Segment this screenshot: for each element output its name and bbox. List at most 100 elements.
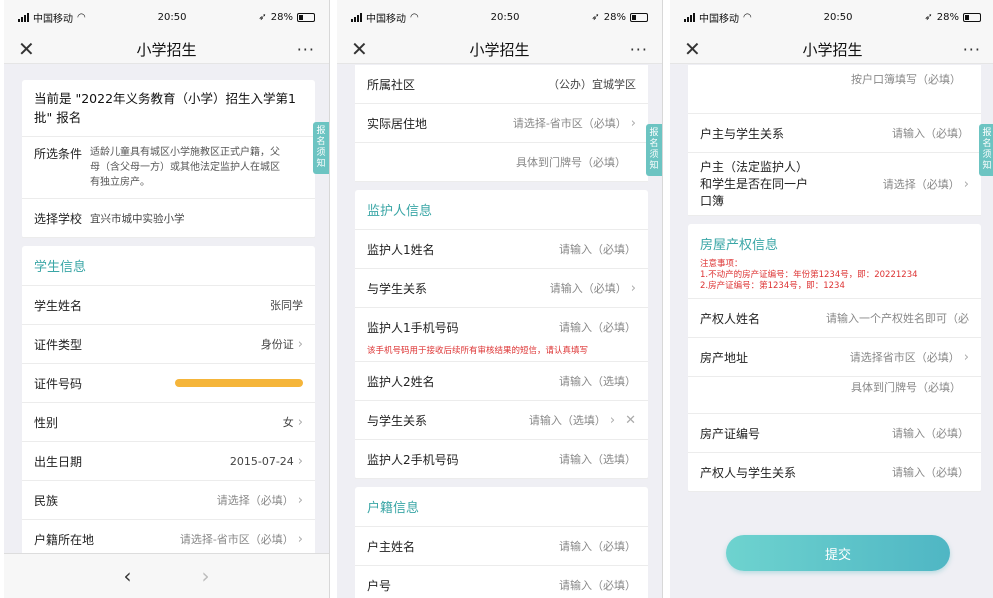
community-row: 所属社区 （公办）宜城学区 <box>355 65 648 104</box>
phone-screen-1: 中国移动 ◠ 20:50 ➶ 28% ✕ 小学招生 ··· 当前是 "2022年义务… <box>4 0 330 598</box>
page-title: 小学招生 <box>802 40 863 59</box>
field-label: 监护人2手机号码 <box>367 452 459 467</box>
more-icon[interactable]: ··· <box>624 40 648 59</box>
property-section-title: 房屋产权信息 <box>700 238 779 253</box>
household-section-title: 户籍信息 <box>355 487 648 527</box>
owner-relation-row[interactable]: 户主与学生关系 请输入（必填） <box>688 114 981 153</box>
household-card: 户籍信息 户主姓名 请输入（必填） 户号 请输入（必填） <box>355 487 648 598</box>
nav-bar: ✕ 小学招生 ··· <box>4 35 329 64</box>
residence-row[interactable]: 实际居住地 请选择-省市区（必填） › <box>355 104 648 143</box>
carrier-label: 中国移动 <box>366 14 406 25</box>
guardian2-name-row[interactable]: 监护人2姓名 请输入（选填） <box>355 362 648 401</box>
time-label: 20:50 <box>490 12 520 23</box>
guardian1-name-input[interactable]: 请输入（必填） <box>559 241 636 257</box>
field-label: 产权人与学生关系 <box>700 465 797 480</box>
residence-detail-row[interactable]: 具体到门牌号（必填） <box>355 143 648 182</box>
field-label: 户主姓名 <box>367 539 416 554</box>
nav-bar: ✕ 小学招生 ··· <box>670 35 993 64</box>
more-icon[interactable]: ··· <box>291 40 315 59</box>
property-detail-input[interactable]: 具体到门牌号（必填） <box>851 379 961 395</box>
close-icon[interactable]: ✕ <box>684 37 708 61</box>
condition-label: 所选条件 <box>34 147 83 161</box>
guardian1-relation-input[interactable]: 请输入（必填） <box>550 280 627 296</box>
forward-icon[interactable]: › <box>202 564 210 588</box>
location-icon: ➶ <box>591 12 600 23</box>
field-label: 性别 <box>34 415 59 430</box>
field-value: 身份证 <box>260 338 294 351</box>
battery-percent: 28% <box>603 12 626 23</box>
phone-screen-2: 中国移动 ◠ 20:50 ➶ 28% ✕ 小学招生 ··· 所属社区 （公办）宜城学区… <box>337 0 663 598</box>
guardian2-relation-row[interactable]: 与学生关系 请输入（选填） › ✕ <box>355 401 648 440</box>
close-icon[interactable]: ✕ <box>351 37 375 61</box>
household-owner-input[interactable]: 请输入（必填） <box>559 538 636 554</box>
field-value: 张同学 <box>270 299 303 312</box>
field-label: 户主与学生关系 <box>700 126 785 141</box>
property-address-row[interactable]: 房产地址 请选择省市区（必填） › <box>688 338 981 377</box>
chevron-right-icon: › <box>963 349 969 365</box>
guardian2-relation-input[interactable]: 请输入（选填） <box>529 412 606 428</box>
property-detail-row[interactable]: 具体到门牌号（必填） <box>688 377 981 414</box>
guardian1-phone-row[interactable]: 监护人1手机号码 请输入（必填） <box>355 308 648 346</box>
enrollment-info-card: 当前是 "2022年义务教育（小学）招生入学第1批" 报名 所选条件 适龄儿童具… <box>22 80 315 238</box>
wifi-icon: ◠ <box>77 12 86 23</box>
redacted-id-number <box>175 379 303 387</box>
status-bar: 中国移动 ◠ 20:50 ➶ 28% <box>670 0 993 35</box>
residence-detail-input[interactable]: 具体到门牌号（必填） <box>516 154 626 170</box>
back-icon[interactable]: ‹ <box>124 564 132 588</box>
same-hukou-select[interactable]: 请选择（必填） <box>883 176 960 192</box>
close-icon[interactable]: ✕ <box>18 37 42 61</box>
battery-icon <box>963 13 981 22</box>
school-row: 选择学校 宜兴市城中实验小学 <box>22 199 315 238</box>
form-scroll[interactable]: 当前是 "2022年义务教育（小学）招生入学第1批" 报名 所选条件 适龄儿童具… <box>4 80 329 598</box>
cert-number-input[interactable]: 请输入（必填） <box>892 425 969 441</box>
school-label: 选择学校 <box>34 211 83 226</box>
cert-number-row[interactable]: 房产证编号 请输入（必填） <box>688 414 981 453</box>
enrollment-notice-tab[interactable]: 报名须知 <box>979 124 993 176</box>
field-label: 房产地址 <box>700 350 749 365</box>
enrollment-notice-tab[interactable]: 报名须知 <box>646 124 662 176</box>
chevron-right-icon: › <box>609 412 616 428</box>
clear-icon[interactable]: ✕ <box>625 413 636 428</box>
guardian2-phone-input[interactable]: 请输入（选填） <box>559 451 636 467</box>
owner-relation-input[interactable]: 请输入（必填） <box>892 125 969 141</box>
condition-row: 所选条件 适龄儿童具有城区小学施教区正式户籍，父母（含父母一方）或其他法定监护人… <box>22 137 315 199</box>
hukou-number-row[interactable]: 户号 请输入（必填） <box>355 566 648 598</box>
signal-icon <box>351 13 362 22</box>
id-number-row[interactable]: 证件号码 <box>22 364 315 403</box>
chevron-right-icon: › <box>963 176 969 192</box>
guardian1-phone-input[interactable]: 请输入（必填） <box>559 319 636 335</box>
nav-bar: ✕ 小学招生 ··· <box>337 35 662 64</box>
id-type-row[interactable]: 证件类型 身份证 › <box>22 325 315 364</box>
birthdate-row[interactable]: 出生日期 2015-07-24 › <box>22 442 315 481</box>
form-scroll[interactable]: 按户口簿填写（必填） 户主与学生关系 请输入（必填） 户主（法定监护人）和学生是否… <box>670 65 993 598</box>
signal-icon <box>18 13 29 22</box>
more-icon[interactable]: ··· <box>957 40 981 59</box>
property-address-select[interactable]: 请选择省市区（必填） <box>850 349 960 365</box>
field-label: 证件类型 <box>34 337 83 352</box>
same-hukou-row[interactable]: 户主（法定监护人）和学生是否在同一户口簿 请选择（必填） › <box>688 153 981 216</box>
browser-bottom-nav: ‹ › <box>4 553 329 598</box>
chevron-right-icon: › <box>297 414 303 430</box>
enrollment-notice-tab[interactable]: 报名须知 <box>313 122 329 174</box>
location-icon: ➶ <box>258 12 267 23</box>
hukou-number-input[interactable]: 请输入（必填） <box>559 577 636 593</box>
submit-button[interactable]: 提交 <box>726 535 950 571</box>
form-scroll[interactable]: 所属社区 （公办）宜城学区 实际居住地 请选择-省市区（必填） › 具体到门牌号（必填… <box>337 65 662 598</box>
household-owner-row[interactable]: 户主姓名 请输入（必填） <box>355 527 648 566</box>
student-name-row[interactable]: 学生姓名 张同学 <box>22 286 315 325</box>
signal-icon <box>684 13 695 22</box>
holder-name-row[interactable]: 产权人姓名 请输入一个产权姓名即可（必 <box>688 299 981 338</box>
holder-relation-input[interactable]: 请输入（必填） <box>892 464 969 480</box>
battery-icon <box>297 13 315 22</box>
guardian2-name-input[interactable]: 请输入（选填） <box>559 373 636 389</box>
guardian1-relation-row[interactable]: 与学生关系 请输入（必填） › <box>355 269 648 308</box>
gender-row[interactable]: 性别 女 › <box>22 403 315 442</box>
chevron-right-icon: › <box>630 115 636 131</box>
hukou-book-hint: 按户口簿填写（必填） <box>851 73 961 86</box>
holder-relation-row[interactable]: 产权人与学生关系 请输入（必填） <box>688 453 981 492</box>
guardian2-phone-row[interactable]: 监护人2手机号码 请输入（选填） <box>355 440 648 479</box>
holder-name-input[interactable]: 请输入一个产权姓名即可（必 <box>826 310 969 326</box>
field-value: 女 <box>282 416 294 429</box>
guardian1-name-row[interactable]: 监护人1姓名 请输入（必填） <box>355 230 648 269</box>
ethnicity-row[interactable]: 民族 请选择（必填） › <box>22 481 315 520</box>
